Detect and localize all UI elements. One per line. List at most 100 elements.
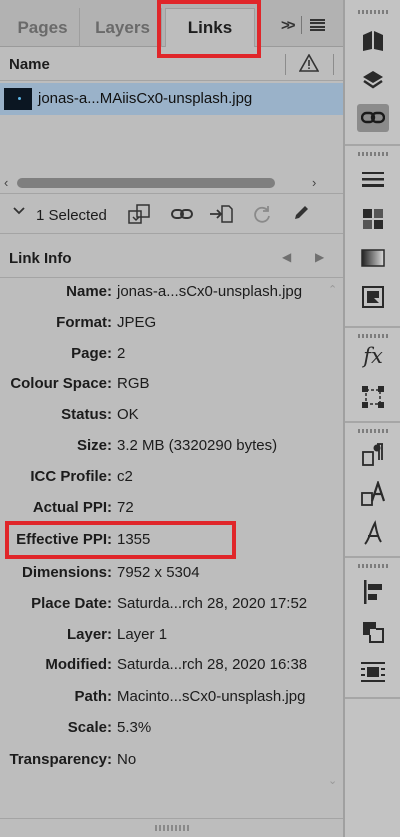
- image-thumbnail: [4, 88, 32, 110]
- info-label: Transparency:: [9, 751, 112, 768]
- gradient-icon[interactable]: [357, 244, 389, 272]
- selection-count: 1 Selected: [36, 207, 107, 224]
- link-filename: jonas-a...MAiisCx0-unsplash.jpg: [38, 90, 253, 107]
- info-label: Size:: [76, 437, 112, 454]
- tab-pages[interactable]: Pages: [6, 8, 80, 47]
- info-value: jonas-a...sCx0-unsplash.jpg: [117, 283, 303, 300]
- resize-grip[interactable]: [155, 825, 191, 831]
- effects-icon[interactable]: fx: [357, 342, 389, 370]
- links-panel: Pages Layers Links >> Name jonas-a...MAi…: [0, 0, 343, 837]
- info-label: Layer:: [66, 626, 112, 643]
- info-row-transparency: Transparency: No: [0, 745, 340, 775]
- info-row-dimensions: Dimensions: 7952 x 5304: [0, 558, 340, 588]
- chevron-down-icon[interactable]: [12, 204, 26, 223]
- info-value: OK: [117, 406, 139, 423]
- align-icon[interactable]: [357, 578, 389, 606]
- divider: [0, 818, 343, 819]
- info-label: Scale:: [67, 719, 112, 736]
- info-value: JPEG: [117, 314, 157, 331]
- scrollbar-thumb[interactable]: [17, 178, 275, 188]
- info-value: 3.2 MB (3320290 bytes): [117, 437, 278, 454]
- effective-ppi-highlight: [5, 521, 236, 559]
- panel-overflow-button[interactable]: >>: [281, 17, 295, 34]
- info-value: No: [117, 751, 137, 768]
- info-value: Layer 1: [117, 626, 168, 643]
- link-info-title: Link Info: [9, 250, 72, 267]
- info-value: 2: [117, 345, 126, 362]
- divider: [345, 421, 400, 423]
- divider: [300, 16, 302, 34]
- relink-from-cc-libraries-icon[interactable]: [128, 204, 154, 229]
- toolbar-grip[interactable]: [358, 10, 388, 14]
- info-value: Macinto...sCx0-unsplash.jpg: [117, 688, 306, 705]
- toolbar-grip[interactable]: [358, 152, 388, 156]
- info-row-path: Path: Macinto...sCx0-unsplash.jpg: [0, 682, 340, 712]
- paragraph-styles-icon[interactable]: [357, 441, 389, 469]
- info-row-name: Name: jonas-a...sCx0-unsplash.jpg: [0, 277, 340, 307]
- docked-panels-toolbar: fx: [343, 0, 400, 837]
- toolbar-grip[interactable]: [358, 564, 388, 568]
- divider: [345, 697, 400, 699]
- divider: [345, 556, 400, 558]
- text-wrap-icon[interactable]: [357, 658, 389, 686]
- toolbar-grip[interactable]: [358, 429, 388, 433]
- panel-menu-icon[interactable]: [309, 19, 325, 31]
- info-label: Page:: [71, 345, 112, 362]
- scroll-down-icon[interactable]: ⌄: [328, 774, 337, 787]
- horizontal-scrollbar[interactable]: ‹ ›: [0, 174, 343, 192]
- info-label: Dimensions:: [21, 564, 112, 581]
- go-to-link-icon[interactable]: [209, 204, 233, 229]
- tab-layers[interactable]: Layers: [84, 8, 162, 47]
- divider: [285, 54, 286, 75]
- info-label: Status:: [61, 406, 112, 423]
- info-label: Format:: [56, 314, 112, 331]
- info-row-icc-profile: ICC Profile: c2: [0, 462, 340, 492]
- next-link-icon[interactable]: ▶: [315, 250, 324, 264]
- info-label: Colour Space:: [10, 375, 112, 392]
- transform-icon[interactable]: [357, 383, 389, 411]
- info-value: Saturda...rch 28, 2020 17:52: [117, 595, 308, 612]
- name-column-header[interactable]: Name: [9, 56, 50, 73]
- info-value: 72: [117, 499, 134, 516]
- toolbar-grip[interactable]: [358, 334, 388, 338]
- info-label: Place Date:: [31, 595, 112, 612]
- info-row-status: Status: OK: [0, 400, 340, 430]
- links-toolbar: 1 Selected: [0, 193, 343, 234]
- links-icon[interactable]: [357, 104, 389, 132]
- info-row-place-date: Place Date: Saturda...rch 28, 2020 17:52: [0, 589, 340, 619]
- scroll-left-icon[interactable]: ‹: [4, 175, 8, 190]
- stroke-icon[interactable]: [357, 165, 389, 193]
- effects-label: fx: [363, 344, 383, 368]
- info-row-modified: Modified: Saturda...rch 28, 2020 16:38: [0, 650, 340, 680]
- info-value: 7952 x 5304: [117, 564, 200, 581]
- info-row-size: Size: 3.2 MB (3320290 bytes): [0, 431, 340, 461]
- update-link-icon[interactable]: [252, 204, 272, 229]
- pages-icon[interactable]: [357, 27, 389, 55]
- relink-icon[interactable]: [171, 206, 193, 227]
- info-row-scale: Scale: 5.3%: [0, 713, 340, 743]
- info-row-colour-space: Colour Space: RGB: [0, 369, 340, 399]
- warning-column-icon[interactable]: [298, 53, 320, 77]
- tab-menu-controls: >>: [281, 16, 325, 34]
- edit-original-icon[interactable]: [292, 204, 310, 227]
- character-styles-icon[interactable]: [357, 480, 389, 508]
- divider: [345, 326, 400, 328]
- info-row-layer: Layer: Layer 1: [0, 620, 340, 650]
- layers-icon[interactable]: [357, 66, 389, 94]
- pathfinder-icon[interactable]: [357, 618, 389, 646]
- divider: [345, 144, 400, 146]
- info-row-actual-ppi: Actual PPI: 72: [0, 493, 340, 523]
- scroll-right-icon[interactable]: ›: [312, 175, 316, 190]
- glyphs-icon[interactable]: [357, 519, 389, 547]
- previous-link-icon[interactable]: ◀: [282, 250, 291, 264]
- info-value: RGB: [117, 375, 150, 392]
- info-row-format: Format: JPEG: [0, 308, 340, 338]
- color-icon[interactable]: [357, 283, 389, 311]
- link-row-selected[interactable]: jonas-a...MAiisCx0-unsplash.jpg: [0, 83, 343, 115]
- info-label: ICC Profile:: [30, 468, 112, 485]
- info-value: 5.3%: [117, 719, 152, 736]
- info-row-page: Page: 2: [0, 339, 340, 369]
- link-info-header[interactable]: Link Info ◀ ▶: [0, 238, 343, 278]
- swatches-icon[interactable]: [357, 205, 389, 233]
- info-label: Name:: [66, 283, 112, 300]
